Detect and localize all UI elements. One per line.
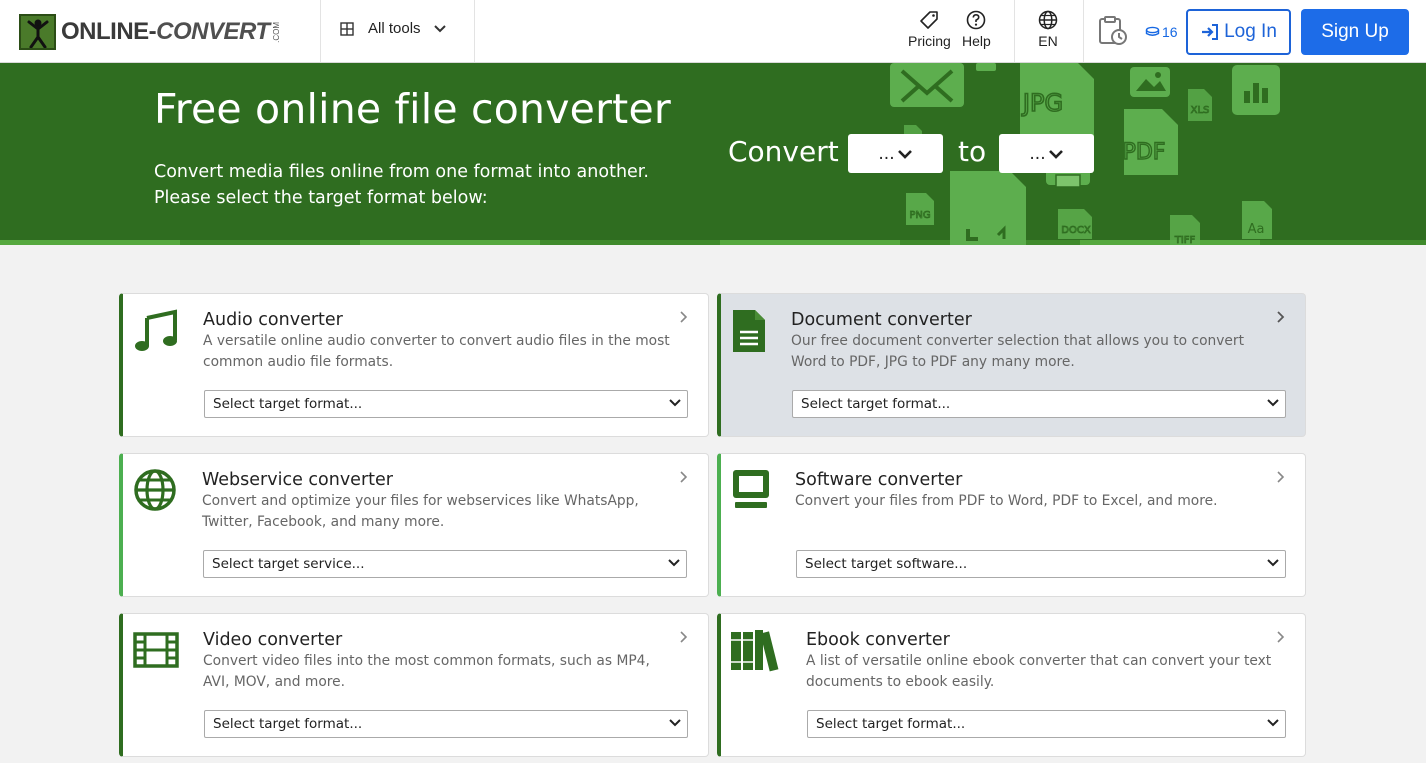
divider	[320, 0, 321, 62]
signup-button[interactable]: Sign Up	[1301, 9, 1409, 55]
film-icon	[133, 632, 179, 668]
video-converter-card[interactable]: Video converter Convert video files into…	[119, 613, 709, 757]
target-format-dropdown[interactable]: Select target format...	[203, 709, 689, 739]
divider	[474, 0, 475, 62]
globe-icon	[1038, 10, 1058, 30]
page-subtitle: Convert media files online from one form…	[154, 162, 649, 208]
login-button[interactable]: Log In	[1186, 9, 1291, 55]
monitor-icon	[733, 470, 769, 508]
art-label-jpg: JPG	[1021, 89, 1063, 117]
chevron-right-icon	[680, 311, 688, 323]
chevron-right-icon	[680, 631, 688, 643]
art-label-png: PNG	[909, 210, 930, 221]
target-software-dropdown[interactable]: Select target software...	[795, 549, 1287, 579]
chevron-right-icon	[1277, 631, 1285, 643]
card-title: Video converter	[203, 630, 343, 650]
target-format-dropdown[interactable]: Select target format...	[791, 389, 1287, 419]
globe-icon	[134, 469, 176, 511]
chevron-down-icon	[669, 399, 681, 407]
logo-com: .COM	[271, 21, 281, 43]
chevron-down-icon	[433, 24, 446, 32]
dropdown-value: Select target software...	[796, 550, 1286, 578]
coins-icon	[1145, 26, 1160, 36]
price-tag-icon	[920, 11, 939, 29]
card-description: Convert your files from PDF to Word, PDF…	[795, 493, 1218, 509]
target-format-value: ...	[1029, 143, 1046, 164]
webservice-converter-card[interactable]: Webservice converter Convert and optimiz…	[119, 453, 709, 597]
chevron-right-icon	[1277, 311, 1285, 323]
dropdown-value: Select target format...	[807, 710, 1286, 738]
software-converter-card[interactable]: Software converter Convert your files fr…	[717, 453, 1306, 597]
music-note-icon	[135, 309, 177, 351]
chevron-down-icon	[1048, 149, 1063, 159]
chevron-down-icon	[897, 149, 912, 159]
dropdown-value: Select target format...	[792, 390, 1286, 418]
art-label-pdf: PDF	[1123, 140, 1166, 165]
convert-label: Convert	[728, 135, 839, 168]
chevron-down-icon	[1267, 719, 1279, 727]
source-format-select[interactable]: ...	[848, 134, 943, 173]
art-label-tiff: TIFF	[1174, 235, 1196, 245]
top-navigation-bar: ONLINE-CONVERT .COM All tools Pricing He…	[0, 0, 1426, 63]
help-icon	[967, 10, 986, 30]
dropdown-value: Select target format...	[204, 390, 688, 418]
history-clipboard-icon[interactable]	[1097, 15, 1129, 51]
signup-label: Sign Up	[1321, 21, 1389, 42]
logo-text: ONLINE-CONVERT	[61, 18, 270, 45]
chevron-right-icon	[680, 471, 688, 483]
language-selector[interactable]: EN	[1038, 10, 1058, 49]
help-link[interactable]: Help	[962, 10, 991, 49]
chevron-right-icon	[1277, 471, 1285, 483]
divider	[1014, 0, 1015, 62]
card-title: Document converter	[791, 310, 972, 330]
help-label: Help	[962, 33, 991, 49]
card-description: A versatile online audio converter to co…	[203, 333, 670, 370]
card-title: Ebook converter	[806, 630, 950, 650]
dropdown-value: Select target format...	[204, 710, 688, 738]
chevron-down-icon	[1267, 559, 1279, 567]
pricing-label: Pricing	[908, 33, 951, 49]
target-format-select[interactable]: ...	[999, 134, 1094, 173]
source-format-value: ...	[878, 143, 895, 164]
grid-icon	[340, 21, 354, 36]
pricing-link[interactable]: Pricing	[908, 10, 951, 49]
credits-counter[interactable]: 16	[1145, 24, 1178, 40]
art-label-xls: XLS	[1191, 105, 1210, 116]
logo-mark-icon	[19, 14, 56, 50]
target-format-dropdown[interactable]: Select target format...	[806, 709, 1287, 739]
chevron-down-icon	[669, 719, 681, 727]
document-icon	[733, 310, 765, 352]
books-icon	[731, 630, 779, 672]
card-title: Webservice converter	[202, 470, 393, 490]
card-description: Our free document converter selection th…	[791, 333, 1244, 370]
card-description: Convert and optimize your files for webs…	[202, 493, 639, 530]
audio-converter-card[interactable]: Audio converter A versatile online audio…	[119, 293, 709, 437]
divider	[1083, 0, 1084, 62]
to-label: to	[958, 135, 987, 168]
card-title: Audio converter	[203, 310, 343, 330]
card-title: Software converter	[795, 470, 963, 490]
login-label: Log In	[1224, 21, 1277, 42]
page-title: Free online file converter	[154, 85, 671, 133]
language-label: EN	[1038, 33, 1058, 49]
dropdown-value: Select target service...	[203, 550, 687, 578]
target-service-dropdown[interactable]: Select target service...	[202, 549, 688, 579]
login-arrow-icon	[1202, 24, 1219, 40]
card-description: A list of versatile online ebook convert…	[806, 653, 1272, 690]
document-converter-card[interactable]: Document converter Our free document con…	[717, 293, 1306, 437]
target-format-dropdown[interactable]: Select target format...	[203, 389, 689, 419]
site-logo[interactable]: ONLINE-CONVERT .COM	[19, 14, 281, 50]
art-label-docx: DOCX	[1061, 225, 1091, 236]
art-label-font: Aa	[1248, 222, 1265, 237]
ebook-converter-card[interactable]: Ebook converter A list of versatile onli…	[717, 613, 1306, 757]
all-tools-label: All tools	[368, 20, 421, 37]
chevron-down-icon	[1267, 399, 1279, 407]
card-description: Convert video files into the most common…	[203, 653, 650, 690]
chevron-down-icon	[668, 559, 680, 567]
credits-value: 16	[1162, 24, 1178, 40]
hero-banner: JPG XLS PDF PNG DOCX TIFF Aa Free online…	[0, 63, 1426, 245]
all-tools-menu[interactable]: All tools	[340, 20, 447, 37]
